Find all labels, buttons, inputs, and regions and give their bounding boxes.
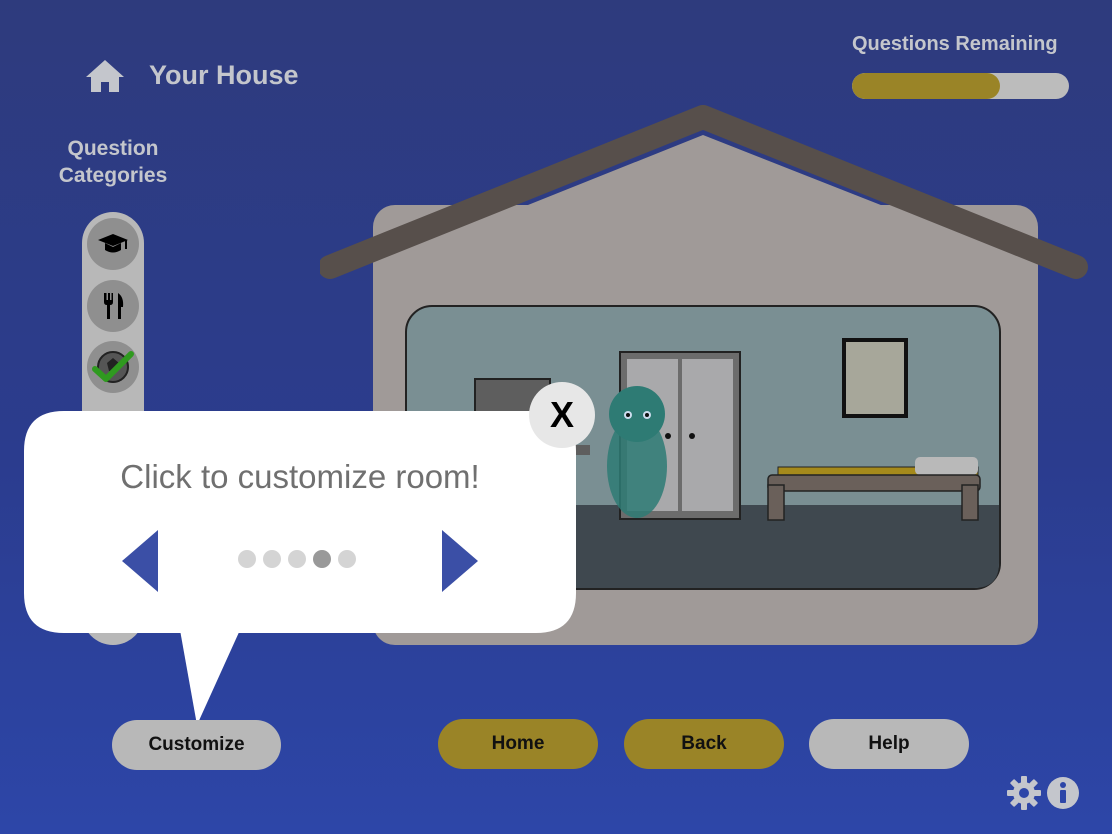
page-title: Your House	[149, 60, 299, 90]
close-tooltip-button[interactable]: X	[529, 382, 595, 448]
category-label-line-2: Categories	[58, 164, 168, 187]
soccer-ball-icon	[92, 351, 134, 383]
next-arrow-button[interactable]	[440, 530, 478, 592]
back-button[interactable]: Back	[624, 719, 784, 769]
info-icon[interactable]	[1046, 776, 1080, 810]
page-indicator	[238, 550, 356, 570]
question-categories-label: Question Categories	[40, 135, 186, 189]
customize-tooltip	[24, 411, 576, 633]
progress-fill	[852, 73, 1000, 99]
page-dot[interactable]	[263, 550, 281, 568]
fork-knife-icon	[104, 293, 124, 319]
help-button[interactable]: Help	[809, 719, 969, 769]
category-label-line-1: Question	[67, 137, 159, 160]
home-icon	[86, 60, 124, 92]
questions-remaining-label: Questions Remaining	[852, 33, 1058, 55]
category-food-button[interactable]	[87, 280, 139, 332]
page-dot[interactable]	[313, 550, 331, 568]
right-arrow-icon	[442, 530, 478, 592]
category-sports-button[interactable]	[87, 341, 139, 393]
previous-arrow-button[interactable]	[122, 530, 160, 592]
gear-icon[interactable]	[1006, 775, 1042, 811]
tooltip-message: Click to customize room!	[120, 458, 480, 495]
category-education-button[interactable]	[87, 218, 139, 270]
tooltip-pointer	[180, 630, 240, 725]
graduation-cap-icon	[98, 234, 128, 253]
customize-button[interactable]: Customize	[112, 720, 281, 770]
page-dot[interactable]	[238, 550, 256, 568]
home-button[interactable]: Home	[438, 719, 598, 769]
page-dot[interactable]	[338, 550, 356, 568]
character-avatar[interactable]	[607, 386, 667, 518]
questions-remaining-progress-bar	[852, 73, 1069, 99]
close-icon: X	[549, 394, 574, 435]
page-dot[interactable]	[288, 550, 306, 568]
left-arrow-icon	[122, 530, 158, 592]
